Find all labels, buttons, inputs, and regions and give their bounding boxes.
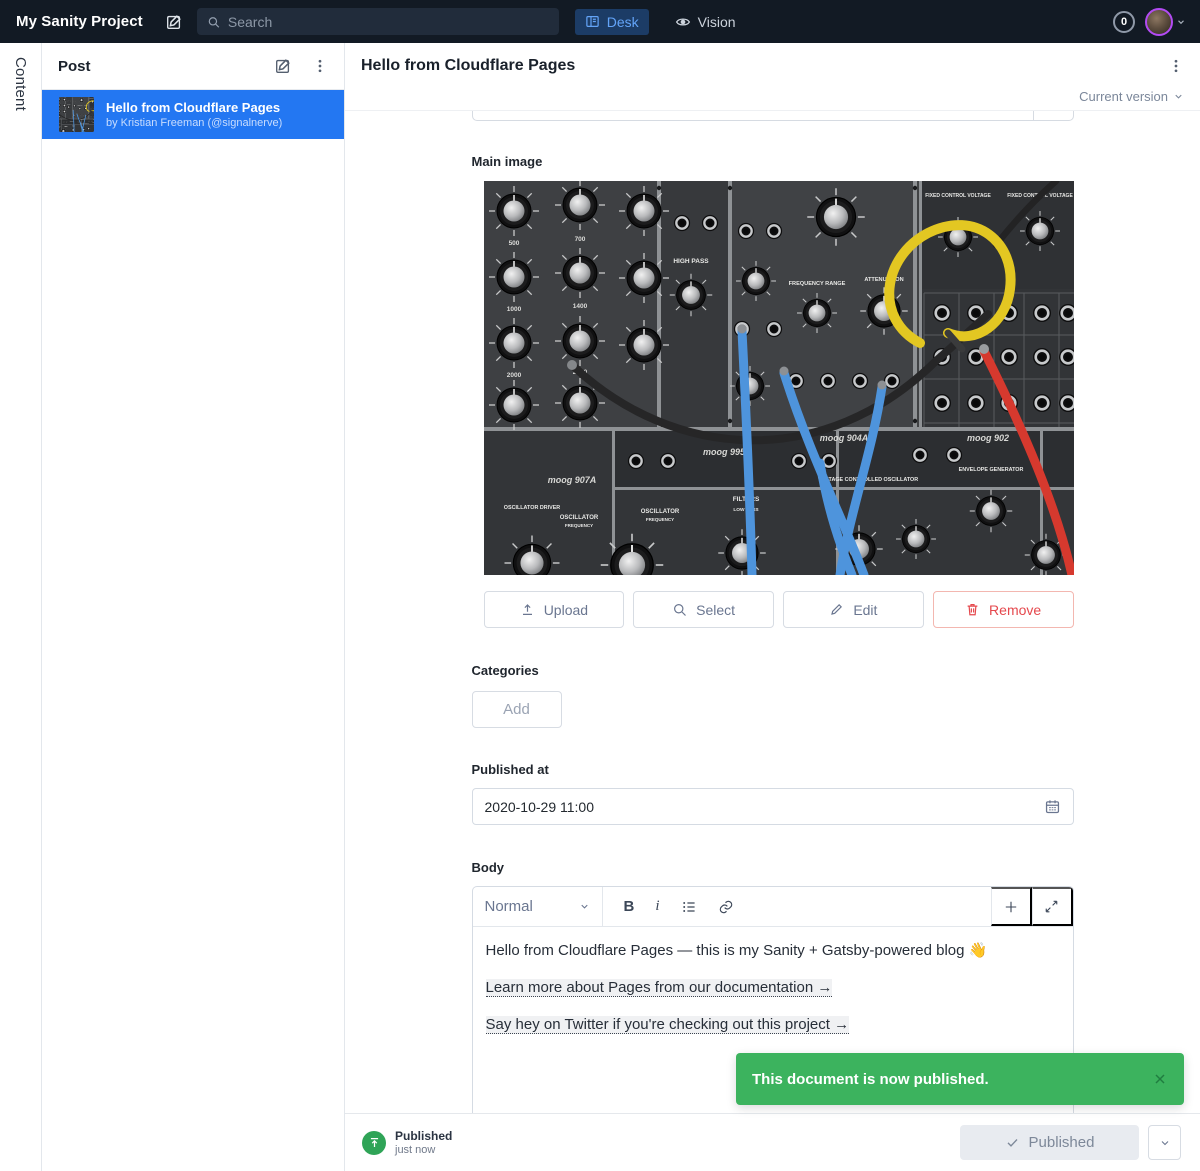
select-label: Select — [696, 602, 735, 618]
body-link[interactable]: Say hey on Twitter if you're checking ou… — [486, 1016, 850, 1034]
new-post-button[interactable] — [274, 57, 292, 75]
document-title: Hello from Cloudflare Pages — [361, 57, 575, 75]
toast-message: This document is now published. — [752, 1071, 1152, 1088]
post-subtitle: by Kristian Freeman (@signalnerve) — [106, 117, 282, 129]
version-selector[interactable]: Current version — [345, 89, 1200, 111]
link-icon — [718, 899, 734, 915]
post-title: Hello from Cloudflare Pages — [106, 100, 282, 116]
list-pane-header: Post — [42, 43, 344, 90]
categories-label: Categories — [472, 663, 1074, 678]
document-menu-button[interactable] — [1168, 58, 1184, 74]
insert-block-button[interactable] — [991, 887, 1032, 926]
chevron-down-icon — [1159, 1137, 1171, 1149]
compose-icon — [274, 57, 292, 75]
arrow-up-to-line-icon — [368, 1136, 381, 1149]
body-link[interactable]: Learn more about Pages from our document… — [486, 979, 833, 997]
body-content[interactable]: Hello from Cloudflare Pages — this is my… — [473, 927, 1073, 1049]
kebab-menu-icon — [1168, 58, 1184, 74]
published-at-input[interactable]: 2020-10-29 11:00 — [472, 788, 1074, 825]
close-icon — [1152, 1071, 1168, 1087]
bullet-list-icon — [681, 899, 697, 915]
upload-button[interactable]: Upload — [484, 591, 625, 628]
post-thumbnail — [59, 97, 94, 132]
pencil-icon — [829, 602, 844, 617]
version-label: Current version — [1079, 89, 1168, 104]
chevron-down-icon — [1176, 17, 1186, 27]
add-category-button[interactable]: Add — [472, 691, 562, 728]
trash-icon — [965, 602, 980, 617]
published-at-label: Published at — [472, 762, 1074, 777]
link-button[interactable] — [718, 899, 734, 915]
publish-button[interactable]: Published — [960, 1125, 1139, 1160]
remove-label: Remove — [989, 602, 1041, 618]
body-label: Body — [472, 860, 1074, 875]
italic-button[interactable]: i — [655, 898, 659, 915]
editor-header: Hello from Cloudflare Pages — [345, 43, 1200, 89]
document-form: Main image Upload — [345, 111, 1200, 1113]
project-title[interactable]: My Sanity Project — [16, 13, 143, 30]
expand-icon — [1044, 899, 1059, 914]
search-icon — [672, 602, 687, 617]
upload-icon — [520, 602, 535, 617]
body-paragraph[interactable]: Hello from Cloudflare Pages — this is my… — [486, 940, 1060, 962]
tab-vision-label: Vision — [698, 14, 736, 30]
select-button[interactable]: Select — [633, 591, 774, 628]
publish-time: just now — [395, 1144, 452, 1156]
publish-toast: This document is now published. — [736, 1053, 1184, 1105]
main-image-label: Main image — [472, 154, 1074, 169]
document-list-pane: Post Hello from Cloudflare Pages by Kris… — [42, 43, 345, 1171]
avatar — [1145, 8, 1173, 36]
kebab-menu-icon — [312, 58, 328, 74]
publish-status: Published — [395, 1129, 452, 1143]
bullet-list-button[interactable] — [681, 899, 697, 915]
publish-button-label: Published — [1029, 1134, 1095, 1151]
status-badge[interactable]: 0 — [1113, 11, 1135, 33]
chevron-down-icon — [1173, 91, 1184, 102]
edit-label: Edit — [853, 602, 877, 618]
fullscreen-button[interactable] — [1032, 887, 1073, 926]
check-icon — [1005, 1135, 1020, 1150]
publish-menu-button[interactable] — [1148, 1125, 1181, 1160]
bold-button[interactable]: B — [624, 898, 635, 915]
user-menu[interactable] — [1145, 8, 1186, 36]
tab-desk[interactable]: Desk — [575, 9, 649, 35]
content-rail[interactable]: Content — [0, 43, 42, 1171]
slug-field-clipped[interactable] — [472, 111, 1074, 121]
desk-icon — [585, 14, 600, 29]
search-box[interactable] — [197, 8, 559, 35]
remove-button[interactable]: Remove — [933, 591, 1074, 628]
eye-icon — [675, 14, 691, 30]
content-rail-label: Content — [12, 57, 29, 1171]
text-style-value: Normal — [485, 898, 533, 915]
chevron-down-icon — [579, 901, 590, 912]
new-document-button[interactable] — [165, 13, 183, 31]
list-menu-button[interactable] — [312, 58, 328, 74]
list-item-post[interactable]: Hello from Cloudflare Pages by Kristian … — [42, 90, 344, 139]
tab-vision[interactable]: Vision — [665, 9, 746, 35]
calendar-icon[interactable] — [1044, 798, 1061, 815]
tab-desk-label: Desk — [607, 14, 639, 30]
body-toolbar: Normal B i — [473, 887, 1073, 927]
published-at-value: 2020-10-29 11:00 — [485, 799, 1034, 815]
list-pane-title: Post — [58, 58, 91, 75]
editor-footer: Published just now Published — [345, 1113, 1200, 1171]
compose-icon — [165, 13, 183, 31]
edit-button[interactable]: Edit — [783, 591, 924, 628]
plus-icon — [1003, 899, 1019, 915]
text-style-select[interactable]: Normal — [473, 887, 603, 926]
upload-label: Upload — [544, 602, 588, 618]
toast-close-button[interactable] — [1152, 1071, 1168, 1087]
main-image-preview[interactable] — [484, 181, 1074, 575]
search-icon — [207, 15, 220, 29]
search-input[interactable] — [228, 14, 549, 30]
top-navbar: My Sanity Project Desk Vision 0 — [0, 0, 1200, 43]
editor-pane: Hello from Cloudflare Pages Current vers… — [345, 43, 1200, 1171]
publish-status-icon — [362, 1131, 386, 1155]
